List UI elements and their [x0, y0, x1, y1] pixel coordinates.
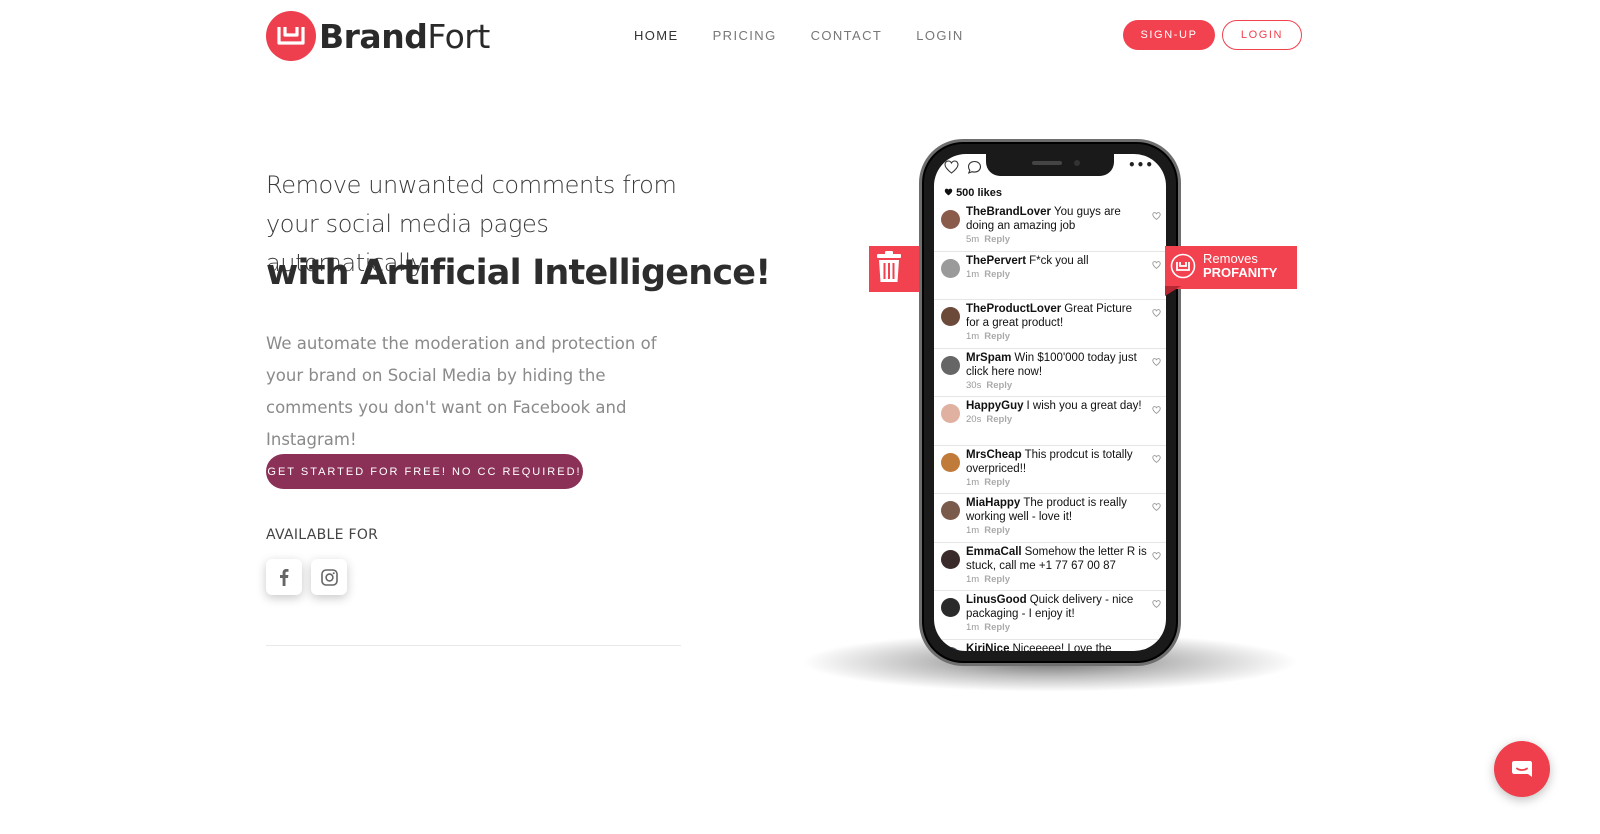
- phone-notch: [986, 154, 1114, 176]
- like-icon[interactable]: [1152, 357, 1161, 366]
- reply-link[interactable]: Reply: [984, 234, 1010, 245]
- avatar: [941, 307, 960, 326]
- comment-username: KiriNice: [966, 642, 1010, 652]
- comment-text: F*ck you all: [1029, 254, 1089, 267]
- reply-link[interactable]: Reply: [986, 414, 1012, 425]
- reply-link[interactable]: Reply: [984, 574, 1010, 585]
- like-icon[interactable]: [1152, 551, 1161, 560]
- comment-username: LinusGood: [966, 594, 1027, 606]
- like-icon[interactable]: [1152, 600, 1161, 608]
- comment-list: TheBrandLover You guys are doing an amazi…: [934, 203, 1166, 651]
- reply-link[interactable]: Reply: [984, 477, 1010, 488]
- comment-time: 1m: [966, 622, 980, 633]
- likes-count: 500 likes: [944, 187, 1002, 199]
- logo-icon: [266, 11, 316, 61]
- comment-username: TheProductLover: [966, 303, 1062, 315]
- profanity-label-line1: Removes: [1203, 251, 1258, 266]
- comment-time: 1m: [966, 268, 980, 280]
- main-nav: HOME PRICING CONTACT LOGIN: [634, 28, 998, 43]
- comment-time: 1m: [966, 476, 980, 488]
- avatar: [941, 598, 960, 617]
- comment-item: ThePervert F*ck you all 1m Reply: [934, 252, 1166, 300]
- phone-screen: ••• 500 likes TheBrandLover You guys are …: [934, 154, 1166, 651]
- comment-username: EmmaCall: [966, 545, 1022, 558]
- comment-item: HappyGuy I wish you a great day! 20s Reply: [934, 397, 1166, 446]
- more-options-icon: •••: [1127, 158, 1154, 172]
- comment-username: HappyGuy: [966, 400, 1024, 412]
- reply-link[interactable]: Reply: [984, 331, 1010, 342]
- comment-username: MrsCheap: [966, 448, 1022, 461]
- available-for-label: AVAILABLE FOR: [266, 527, 379, 543]
- chat-widget-button[interactable]: [1494, 741, 1550, 797]
- signup-button[interactable]: SIGN-UP: [1123, 20, 1215, 50]
- hero-description: We automate the moderation and protectio…: [266, 334, 657, 449]
- avatar: [941, 549, 960, 569]
- like-icon[interactable]: [1152, 503, 1161, 511]
- reply-link[interactable]: Reply: [986, 380, 1012, 391]
- profanity-label: Removes PROFANITY: [1203, 252, 1277, 280]
- avatar: [941, 646, 960, 651]
- facebook-button[interactable]: [266, 559, 302, 595]
- avatar: [941, 501, 960, 520]
- heart-outline-icon: [944, 160, 959, 174]
- avatar: [941, 355, 960, 375]
- logo-text-fort: Fort: [427, 16, 490, 56]
- get-started-button[interactable]: GET STARTED FOR FREE! NO CC REQUIRED!: [266, 454, 583, 489]
- comment-time: 1m: [966, 573, 980, 585]
- like-icon[interactable]: [1152, 309, 1161, 317]
- like-icon[interactable]: [1152, 260, 1161, 269]
- profanity-label-line2: PROFANITY: [1203, 265, 1278, 280]
- instagram-icon: [320, 568, 338, 586]
- comment-item: MrsCheap This prodcut is totally overpric…: [934, 446, 1166, 494]
- comment-time: 30s: [966, 379, 982, 391]
- brandfort-badge-icon: [1170, 253, 1196, 279]
- comment-text: I wish you a great day!: [1026, 400, 1142, 412]
- like-icon[interactable]: [1152, 212, 1161, 220]
- like-icon[interactable]: [1152, 648, 1161, 652]
- comment-time: 5m: [966, 234, 980, 245]
- nav-pricing[interactable]: PRICING: [713, 28, 777, 43]
- comment-username: MrSpam: [966, 351, 1012, 364]
- avatar: [941, 404, 960, 423]
- reply-link[interactable]: Reply: [984, 622, 1010, 633]
- reply-link[interactable]: Reply: [984, 269, 1010, 280]
- nav-login[interactable]: LOGIN: [916, 28, 963, 43]
- comment-item: LinusGood Quick delivery - nice packaging…: [934, 591, 1166, 640]
- nav-contact[interactable]: CONTACT: [811, 28, 883, 43]
- nav-home[interactable]: HOME: [634, 28, 679, 43]
- post-actions: [944, 160, 982, 174]
- brand-logo[interactable]: BrandFort: [266, 11, 490, 61]
- reply-link[interactable]: Reply: [984, 525, 1010, 536]
- heart-filled-icon: [944, 188, 953, 196]
- avatar: [941, 452, 960, 472]
- comment-item: TheBrandLover You guys are doing an amazi…: [934, 203, 1166, 252]
- avatar: [941, 210, 960, 229]
- phone-mockup: ••• 500 likes TheBrandLover You guys are …: [919, 139, 1181, 666]
- logo-wordmark: BrandFort: [319, 17, 490, 56]
- comment-item: KiriNiceNiceeeee! Love the design of it!: [934, 640, 1166, 652]
- like-icon[interactable]: [1152, 406, 1161, 414]
- login-button[interactable]: LOGIN: [1222, 20, 1302, 50]
- comment-username: TheBrandLover: [966, 206, 1051, 218]
- comment-time: 20s: [966, 414, 982, 425]
- comment-item: TheProductLover Great Picture for a great…: [934, 300, 1166, 349]
- section-divider: [266, 645, 681, 646]
- instagram-button[interactable]: [311, 559, 347, 595]
- facebook-icon: [280, 569, 289, 586]
- comment-username: ThePervert: [966, 254, 1027, 267]
- avatar: [941, 258, 960, 278]
- comment-item: EmmaCall Somehow the letter R is stuck, c…: [934, 543, 1166, 591]
- chat-icon: [1512, 761, 1532, 777]
- comment-time: 1m: [966, 331, 980, 342]
- comment-username: MiaHappy: [966, 497, 1021, 509]
- comment-icon: [967, 160, 982, 174]
- logo-text-brand: Brand: [319, 16, 428, 56]
- hero-headline-emphasis: with Artificial Intelligence!: [266, 253, 771, 293]
- trash-icon: [877, 251, 901, 282]
- like-icon[interactable]: [1152, 454, 1161, 463]
- comment-item: MiaHappy The product is really working we…: [934, 494, 1166, 543]
- likes-text: 500 likes: [956, 187, 1002, 199]
- comment-item: MrSpam Win $100'000 today just click here…: [934, 349, 1166, 397]
- comment-time: 1m: [966, 525, 980, 536]
